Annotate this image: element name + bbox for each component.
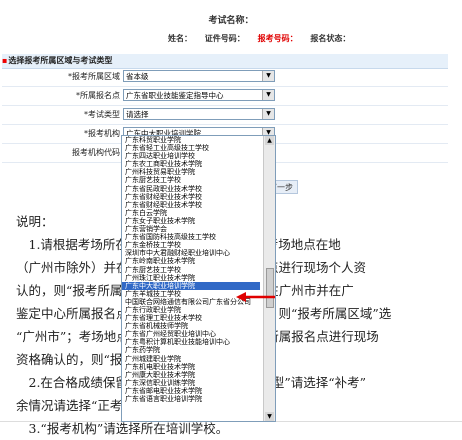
- dropdown-option[interactable]: 广东省理工职业技术学校: [122, 314, 260, 322]
- dropdown-option[interactable]: 广东白云学院: [122, 209, 260, 217]
- dropdown-option[interactable]: 广东行政职业学院: [122, 306, 260, 314]
- dropdown-option[interactable]: 广东科贸职业学院: [122, 136, 260, 144]
- area-label: *报考所属区域: [68, 72, 120, 81]
- dropdown-option[interactable]: 深圳市中大君融财经职业培训中心: [122, 249, 260, 257]
- exam-type-row: *考试类型 请选择 ▼: [2, 106, 448, 125]
- scrollbar-thumb[interactable]: [266, 268, 274, 308]
- org-dropdown-list[interactable]: 广东科贸职业学院 广东省轻工业高级技工学校 广东四达职业培训学校 广东农工商职业技术学…: [121, 135, 276, 422]
- dropdown-option[interactable]: 广东省机械技师学院: [122, 322, 260, 330]
- dropdown-option[interactable]: 广东省语言职业培训学院: [122, 395, 260, 403]
- dropdown-option[interactable]: 广东农工商职业技术学院: [122, 160, 260, 168]
- area-row: *报考所属区域 省本级 ▼: [2, 68, 448, 87]
- chevron-down-icon[interactable]: ▼: [262, 109, 274, 119]
- dropdown-option[interactable]: 广东省轻工业高级技工学校: [122, 144, 260, 152]
- ticket-number-label: 报考号码：: [257, 34, 298, 43]
- dropdown-option[interactable]: 广东省广州经贸职业培训中心: [122, 330, 260, 338]
- dropdown-option[interactable]: 广东省邮电职业技术学院: [122, 387, 260, 395]
- dropdown-option[interactable]: 广东厨艺技工学校: [122, 176, 260, 184]
- candidate-info-row: 姓名： 证件号码： 报考号码： 报名状态：: [168, 33, 360, 44]
- exam-header: 考试名称： 姓名： 证件号码： 报考号码： 报名状态：: [0, 0, 462, 48]
- dropdown-option[interactable]: 广东岭南职业技术学院: [122, 257, 260, 265]
- chevron-down-icon[interactable]: ▼: [262, 71, 274, 81]
- dropdown-option[interactable]: 广东金桥技工学校: [122, 241, 260, 249]
- dropdown-option[interactable]: 广东省民政职业技术学校: [122, 185, 260, 193]
- org-label: *报考机构: [84, 129, 120, 138]
- dropdown-option[interactable]: 广东中大职业培训学院: [122, 281, 260, 290]
- org-code-label: 报考机构代码: [72, 148, 120, 157]
- center-row: *所属报名点 广东省职业技能鉴定指导中心 ▼: [2, 87, 448, 106]
- chevron-down-icon[interactable]: ▼: [262, 90, 274, 100]
- exam-type-label: *考试类型: [84, 110, 120, 119]
- exam-name-label: 考试名称：: [208, 16, 254, 26]
- center-select[interactable]: 广东省职业技能鉴定指导中心 ▼: [123, 89, 275, 101]
- registration-status-label: 报名状态：: [310, 34, 351, 43]
- dropdown-option[interactable]: 广东女子职业技术学院: [122, 217, 260, 225]
- dropdown-option[interactable]: 广东营销学会: [122, 225, 260, 233]
- dropdown-option[interactable]: 广州珠江职业技术学院: [122, 274, 260, 282]
- dropdown-option[interactable]: 广东省国防科技高级技工学校: [122, 233, 260, 241]
- dropdown-option[interactable]: 广东药学院: [122, 346, 260, 354]
- section-title: ▪选择报考所属区域与考试类型: [2, 54, 448, 69]
- dropdown-option[interactable]: 广东四达职业培训学校: [122, 152, 260, 160]
- dropdown-option[interactable]: 广东机电职业技术学院: [122, 363, 260, 371]
- red-pointer-arrow-icon: [236, 292, 275, 302]
- area-select[interactable]: 省本级 ▼: [123, 70, 275, 82]
- dropdown-option[interactable]: 广州康大职业技术学院: [122, 371, 260, 379]
- dropdown-option[interactable]: 广东省财经职业技术学校: [122, 193, 260, 201]
- scroll-up-icon[interactable]: ▲: [265, 136, 274, 145]
- bullet-icon: ▪: [2, 56, 8, 65]
- name-label: 姓名：: [168, 34, 192, 43]
- dropdown-option[interactable]: 广东粤积计算机职业技能培训中心: [122, 338, 260, 346]
- dropdown-option[interactable]: 广东省财经职业技术学校: [122, 201, 260, 209]
- center-label: *所属报名点: [76, 91, 120, 100]
- scroll-down-icon[interactable]: ▼: [265, 412, 274, 421]
- dropdown-option[interactable]: 广州科技贸易职业学院: [122, 168, 260, 176]
- dropdown-option[interactable]: 广东厨艺技工学校: [122, 266, 260, 274]
- dropdown-option[interactable]: 广东深信职业训练学院: [122, 379, 260, 387]
- dropdown-scrollbar[interactable]: ▲ ▼: [263, 136, 275, 421]
- dropdown-option[interactable]: 广州城建职业学院: [122, 355, 260, 363]
- exam-type-select[interactable]: 请选择 ▼: [123, 108, 275, 120]
- cert-number-label: 证件号码：: [204, 34, 245, 43]
